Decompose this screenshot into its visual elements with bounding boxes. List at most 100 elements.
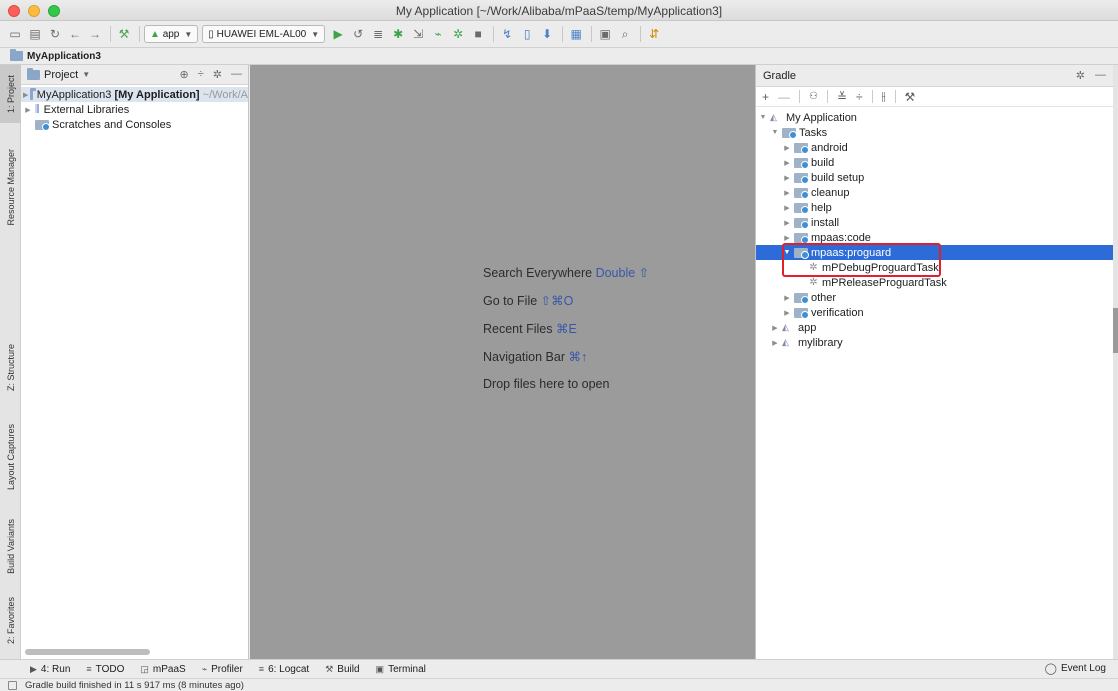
hide-icon[interactable]: — [231, 68, 242, 81]
terminal-icon[interactable]: ▣ [596, 25, 614, 43]
profile-icon[interactable]: ⌁ [429, 25, 447, 43]
collapse-arrow-icon[interactable]: ▼ [782, 249, 792, 256]
expand-arrow-icon[interactable]: ▶ [782, 234, 792, 242]
forward-icon[interactable]: → [86, 25, 104, 43]
tree-item-module[interactable]: ▶ MyApplication3 [My Application] ~/Work… [21, 87, 248, 102]
apply-changes-icon[interactable]: ↺ [349, 25, 367, 43]
task-group-cleanup[interactable]: ▶ cleanup [756, 185, 1113, 200]
stripe-tab-favorites[interactable]: 2: Favorites [0, 590, 21, 652]
hint-search-everywhere: Search Everywhere Double ⇧ [483, 265, 649, 280]
expand-arrow-icon[interactable]: ▶ [782, 159, 792, 167]
toggle-offline-icon[interactable]: ⫲ [882, 89, 886, 104]
execute-task-icon[interactable]: ⚇ [809, 91, 818, 102]
tree-item-external-libraries[interactable]: ▶ ⫼ External Libraries [21, 102, 248, 117]
tool-tab-logcat[interactable]: ≡ 6: Logcat [259, 664, 309, 675]
sdk-manager-icon[interactable]: ⬇ [538, 25, 556, 43]
run-icon[interactable]: ▶ [329, 25, 347, 43]
toolbar-divider [139, 26, 140, 42]
expand-arrow-icon[interactable]: ▶ [782, 204, 792, 212]
debug-icon[interactable]: ✱ [389, 25, 407, 43]
collapse-arrow-icon[interactable]: ▼ [770, 129, 780, 136]
back-icon[interactable]: ← [66, 25, 84, 43]
expand-arrow-icon[interactable]: ▶ [23, 91, 28, 99]
expand-arrow-icon[interactable]: ▶ [770, 324, 780, 332]
sync-icon[interactable]: ↻ [46, 25, 64, 43]
gear-icon[interactable]: ✲ [213, 68, 222, 81]
tool-tab-run[interactable]: ▶ 4: Run [30, 664, 70, 675]
task-group-verification[interactable]: ▶ verification [756, 305, 1113, 320]
breadcrumb-project[interactable]: MyApplication3 [27, 51, 101, 62]
expand-arrow-icon[interactable]: ▶ [782, 144, 792, 152]
gradle-module-app[interactable]: ▶ ◭ app [756, 320, 1113, 335]
event-log-button[interactable]: ◯ Event Log [1045, 662, 1106, 675]
stripe-tab-structure[interactable]: Z: Structure [0, 337, 21, 399]
attach-debugger-icon[interactable]: ⇲ [409, 25, 427, 43]
horizontal-scrollbar[interactable] [25, 649, 150, 655]
tool-tab-build[interactable]: ⚒ Build [325, 664, 359, 675]
gradle-module-mylibrary[interactable]: ▶ ◭ mylibrary [756, 335, 1113, 350]
run-config-select[interactable]: ▲ app ▼ [144, 25, 199, 43]
tool-tab-profiler[interactable]: ⌁ Profiler [202, 664, 243, 675]
search-icon[interactable]: ⌕ [616, 25, 634, 43]
gradle-tasks-node[interactable]: ▼ Tasks [756, 125, 1113, 140]
task-group-android[interactable]: ▶ android [756, 140, 1113, 155]
expand-arrow-icon[interactable]: ▶ [782, 189, 792, 197]
toolbar-divider [826, 90, 828, 103]
task-group-install[interactable]: ▶ install [756, 215, 1113, 230]
tree-item-scratches[interactable]: Scratches and Consoles [21, 117, 248, 132]
expand-arrow-icon[interactable]: ▶ [23, 106, 33, 114]
expand-arrow-icon[interactable]: ▶ [782, 219, 792, 227]
locate-icon[interactable]: ⊕ [180, 68, 189, 81]
coverage-icon[interactable]: ✲ [449, 25, 467, 43]
task-group-other[interactable]: ▶ other [756, 290, 1113, 305]
expand-arrow-icon[interactable]: ▶ [782, 174, 792, 182]
folder-icon [10, 49, 23, 61]
task-mp-release-proguard[interactable]: ✲ mPReleaseProguardTask [756, 275, 1113, 290]
expand-arrow-icon[interactable]: ▶ [782, 309, 792, 317]
stop-icon[interactable]: ■ [469, 25, 487, 43]
stripe-tab-build-variants[interactable]: Build Variants [0, 510, 21, 582]
device-select[interactable]: ▯ HUAWEI EML-AL00 ▼ [202, 25, 326, 43]
tool-tab-todo[interactable]: ≡ TODO [86, 664, 124, 675]
wrench-icon[interactable]: ⚒ [905, 90, 916, 104]
breadcrumb: MyApplication3 [0, 48, 1118, 65]
task-group-help[interactable]: ▶ help [756, 200, 1113, 215]
chevron-down-icon[interactable]: ▼ [82, 70, 90, 79]
apply-code-changes-icon[interactable]: ≣ [369, 25, 387, 43]
task-group-mpaas-proguard[interactable]: ▼ mpaas:proguard [756, 245, 1113, 260]
tool-tab-label: Profiler [211, 663, 243, 675]
expand-all-icon[interactable]: ≚ [837, 90, 847, 104]
layout-inspector-icon[interactable]: ▦ [567, 25, 585, 43]
collapse-arrow-icon[interactable]: ▼ [758, 114, 768, 121]
expand-arrow-icon[interactable]: ▶ [782, 294, 792, 302]
stripe-tab-resource-manager[interactable]: Resource Manager [0, 137, 21, 237]
gradle-project-root[interactable]: ▼ ◭ My Application [756, 110, 1113, 125]
tree-item-module-name: [My Application] [114, 88, 200, 101]
mpaas-icon[interactable]: ⇵ [645, 25, 663, 43]
vertical-scrollbar[interactable] [1113, 308, 1118, 353]
tool-tab-terminal[interactable]: ▣ Terminal [376, 664, 426, 675]
make-project-icon[interactable]: ⚒ [115, 25, 133, 43]
task-group-mpaas-code[interactable]: ▶ mpaas:code [756, 230, 1113, 245]
task-folder-icon [794, 172, 809, 184]
expand-arrow-icon[interactable]: ▶ [770, 339, 780, 347]
project-view-select[interactable]: Project [44, 69, 78, 81]
remove-icon[interactable]: — [778, 90, 790, 104]
open-folder-icon[interactable]: ▭ [6, 25, 24, 43]
tool-windows-toggle-icon[interactable] [8, 680, 17, 690]
save-all-icon[interactable]: ▤ [26, 25, 44, 43]
gear-icon[interactable]: ✲ [1076, 69, 1085, 82]
collapse-all-icon[interactable]: ÷ [856, 90, 863, 104]
tool-tab-mpaas[interactable]: ◲ mPaaS [140, 664, 185, 675]
task-group-build[interactable]: ▶ build [756, 155, 1113, 170]
tree-item-label: mPReleaseProguardTask [822, 276, 947, 289]
task-group-build-setup[interactable]: ▶ build setup [756, 170, 1113, 185]
hide-icon[interactable]: — [1095, 69, 1106, 82]
gradle-sync-icon[interactable]: ↯ [498, 25, 516, 43]
avd-manager-icon[interactable]: ▯ [518, 25, 536, 43]
task-mp-debug-proguard[interactable]: ✲ mPDebugProguardTask [756, 260, 1113, 275]
collapse-all-icon[interactable]: ÷ [198, 68, 204, 81]
stripe-tab-layout-captures[interactable]: Layout Captures [0, 410, 21, 505]
add-icon[interactable]: + [762, 90, 769, 104]
stripe-tab-project[interactable]: 1: Project [0, 65, 21, 123]
